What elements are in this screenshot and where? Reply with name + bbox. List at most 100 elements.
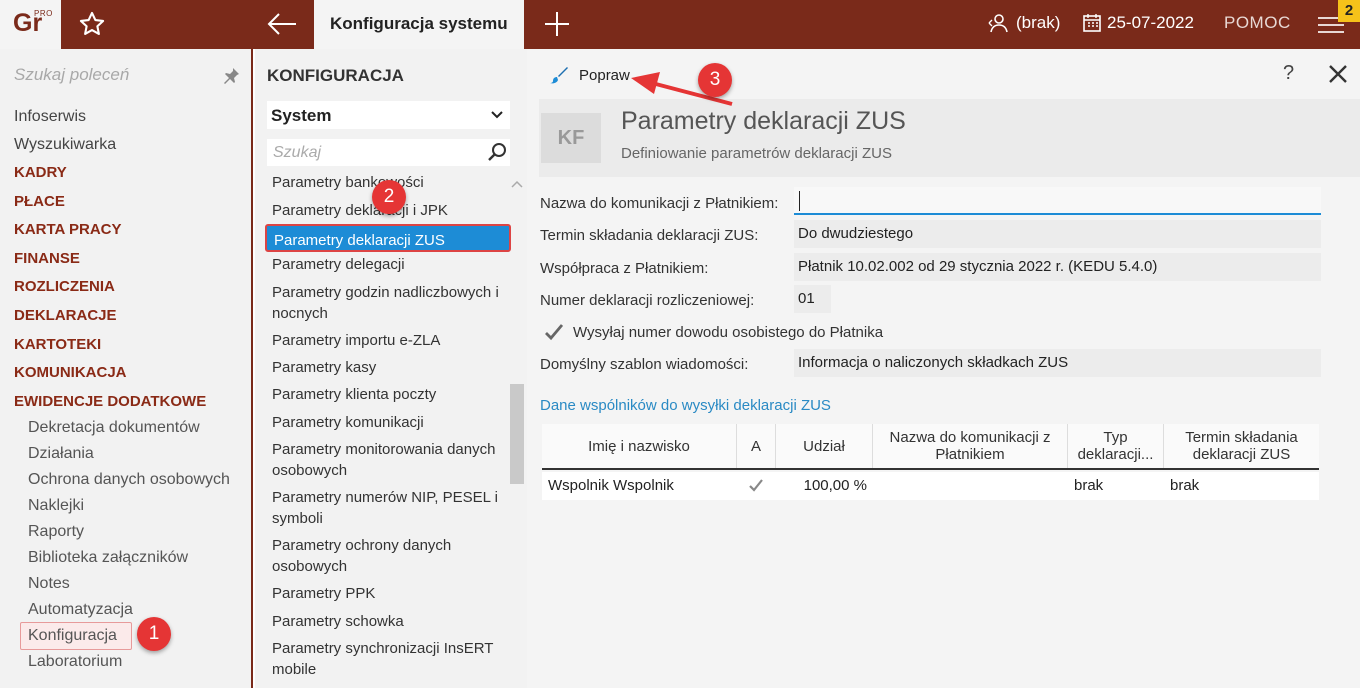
template-select[interactable]: Informacja o naliczonych składkach ZUS xyxy=(794,349,1321,377)
text-caret xyxy=(799,191,800,211)
config-item-komunikacji[interactable]: Parametry komunikacji xyxy=(272,412,512,433)
cell-type: brak xyxy=(1074,477,1104,494)
sidebar-item-wyszukiwarka[interactable]: Wyszukiwarka xyxy=(14,136,116,154)
sidebar-subitem-biblioteka[interactable]: Biblioteka załączników xyxy=(28,549,188,567)
user-switch-icon xyxy=(988,14,1008,33)
arrow-left-icon[interactable] xyxy=(266,10,298,38)
sidebar-subitem-laboratorium[interactable]: Laboratorium xyxy=(28,653,122,671)
app-logo[interactable]: Gr PRO xyxy=(0,0,61,49)
name-label: Nazwa do komunikacji z Płatnikiem: xyxy=(540,195,779,212)
sidebar-subitem-konfiguracja[interactable]: Konfiguracja xyxy=(28,627,117,645)
content-area: Popraw ? KF Parametry deklaracji ZUS Def… xyxy=(527,49,1360,688)
sidebar-subitem-naklejki[interactable]: Naklejki xyxy=(28,497,84,515)
configuration-panel: KONFIGURACJA System Szukaj Parametry ban… xyxy=(255,49,527,688)
form-subtitle: Definiowanie parametrów deklaracji ZUS xyxy=(621,145,892,162)
sidebar-section-ewidencje-dodatkowe[interactable]: EWIDENCJE DODATKOWE xyxy=(14,393,206,410)
user-label: (brak) xyxy=(1016,13,1061,32)
config-item-importu-ezla[interactable]: Parametry importu e-ZLA xyxy=(272,330,512,351)
tab-konfiguracja-systemu[interactable]: Konfiguracja systemu xyxy=(314,0,524,49)
form-title: Parametry deklaracji ZUS xyxy=(621,107,906,135)
brush-icon xyxy=(550,67,568,84)
cell-comm-name xyxy=(873,472,1068,500)
sidebar-section-karta-pracy[interactable]: KARTA PRACY xyxy=(14,221,122,238)
sidebar-subitem-dekretacja[interactable]: Dekretacja dokumentów xyxy=(28,419,200,437)
sidebar-subitem-dzialania[interactable]: Działania xyxy=(28,445,94,463)
col-a[interactable]: A xyxy=(737,424,776,468)
cell-name: Wspolnik Wspolnik xyxy=(548,477,674,494)
config-item-godzin-nadliczbowych[interactable]: Parametry godzin nadliczbowych i nocnych xyxy=(272,282,512,324)
command-search-placeholder: Szukaj poleceń xyxy=(14,65,130,84)
step-marker-2: 2 xyxy=(372,180,406,214)
sidebar-section-komunikacja[interactable]: KOMUNIKACJA xyxy=(14,364,127,381)
num-label: Numer deklaracji rozliczeniowej: xyxy=(540,292,755,309)
edit-label: Popraw xyxy=(579,66,630,84)
table-row[interactable]: Wspolnik Wspolnik 100,00 % brak brak xyxy=(542,472,1319,500)
config-item-kasy[interactable]: Parametry kasy xyxy=(272,357,512,378)
category-select[interactable]: System xyxy=(267,101,510,129)
edit-button[interactable]: Popraw xyxy=(549,65,630,85)
col-term[interactable]: Termin składania deklaracji ZUS xyxy=(1164,424,1319,468)
calendar-icon xyxy=(1083,14,1101,32)
config-item-ppk[interactable]: Parametry PPK xyxy=(272,583,512,604)
top-bar: Gr PRO Konfiguracja systemu (brak) 25-07… xyxy=(0,0,1360,49)
sidebar: Szukaj poleceń Infoserwis Wyszukiwarka K… xyxy=(0,49,253,688)
sidebar-section-kartoteki[interactable]: KARTOTEKI xyxy=(14,336,101,353)
id-checkbox-label: Wysyłaj numer dowodu osobistego do Płatn… xyxy=(573,323,884,341)
cell-a xyxy=(737,472,776,500)
scroll-up-icon[interactable] xyxy=(511,179,523,189)
sidebar-subitem-notes[interactable]: Notes xyxy=(28,575,70,593)
config-item-numerow[interactable]: Parametry numerów NIP, PESEL i symboli xyxy=(272,487,512,529)
star-icon[interactable] xyxy=(78,10,106,38)
name-input[interactable] xyxy=(794,187,1321,215)
config-item-klienta-poczty[interactable]: Parametry klienta poczty xyxy=(272,384,512,405)
config-item-schowka[interactable]: Parametry schowka xyxy=(272,611,512,632)
cell-share: 100,00 % xyxy=(803,477,867,494)
sidebar-section-place[interactable]: PŁACE xyxy=(14,193,65,210)
config-item-delegacji[interactable]: Parametry delegacji xyxy=(272,254,512,275)
panel-title: KONFIGURACJA xyxy=(267,66,404,85)
help-button[interactable]: ? xyxy=(1283,62,1294,85)
id-checkbox-row[interactable]: Wysyłaj numer dowodu osobistego do Płatn… xyxy=(543,321,883,343)
search-icon[interactable] xyxy=(486,141,508,163)
sidebar-subitem-raporty[interactable]: Raporty xyxy=(28,523,84,541)
check-icon xyxy=(749,479,763,492)
config-item-ochrony-danych[interactable]: Parametry ochrony danych osobowych xyxy=(272,535,512,577)
form-header: KF Parametry deklaracji ZUS Definiowanie… xyxy=(539,99,1360,177)
notification-badge[interactable]: 2 xyxy=(1338,0,1360,22)
date-label: 25-07-2022 xyxy=(1107,13,1194,32)
command-search[interactable]: Szukaj poleceń xyxy=(0,49,251,101)
sidebar-section-rozliczenia[interactable]: ROZLICZENIA xyxy=(14,278,115,295)
sidebar-item-infoserwis[interactable]: Infoserwis xyxy=(14,108,86,126)
config-item-deklaracji-zus[interactable]: Parametry deklaracji ZUS xyxy=(265,224,511,252)
close-icon[interactable] xyxy=(1327,63,1349,85)
sidebar-subitem-automatyzacja[interactable]: Automatyzacja xyxy=(28,601,133,619)
plus-icon[interactable] xyxy=(544,11,570,37)
config-item-synchronizacji[interactable]: Parametry synchronizacji InsERT mobile xyxy=(272,638,512,680)
config-item-monitorowania[interactable]: Parametry monitorowania danych osobowych xyxy=(272,439,512,481)
partners-section-title[interactable]: Dane wspólników do wysyłki deklaracji ZU… xyxy=(540,397,831,414)
sidebar-section-kadry[interactable]: KADRY xyxy=(14,164,67,181)
step-marker-3: 3 xyxy=(698,63,732,97)
module-badge: KF xyxy=(541,113,601,163)
sidebar-section-deklaracje[interactable]: DEKLARACJE xyxy=(14,307,117,324)
col-name[interactable]: Imię i nazwisko xyxy=(542,424,737,468)
col-comm-name[interactable]: Nazwa do komunikacji z Płatnikiem xyxy=(873,424,1068,468)
term-select[interactable]: Do dwudziestego xyxy=(794,220,1321,248)
term-label: Termin składania deklaracji ZUS: xyxy=(540,227,759,244)
date-indicator[interactable]: 25-07-2022 xyxy=(1083,13,1194,33)
col-type[interactable]: Typ deklaracji... xyxy=(1068,424,1164,468)
pin-icon[interactable] xyxy=(222,67,240,85)
num-input[interactable]: 01 xyxy=(794,285,831,313)
config-search-input[interactable]: Szukaj xyxy=(267,139,510,166)
template-label: Domyślny szablon wiadomości: xyxy=(540,356,749,373)
partners-table: Imię i nazwisko A Udział Nazwa do komuni… xyxy=(542,424,1319,500)
coop-label: Współpraca z Płatnikiem: xyxy=(540,260,709,277)
sidebar-section-finanse[interactable]: FINANSE xyxy=(14,250,80,267)
col-share[interactable]: Udział xyxy=(776,424,873,468)
user-indicator[interactable]: (brak) xyxy=(988,13,1060,33)
sidebar-subitem-ochrona-danych[interactable]: Ochrona danych osobowych xyxy=(28,471,230,489)
list-scrollbar[interactable] xyxy=(510,384,524,484)
help-link[interactable]: POMOC xyxy=(1224,13,1291,33)
checkbox-checked-icon[interactable] xyxy=(543,321,565,343)
coop-select[interactable]: Płatnik 10.02.002 od 29 stycznia 2022 r.… xyxy=(794,253,1321,281)
